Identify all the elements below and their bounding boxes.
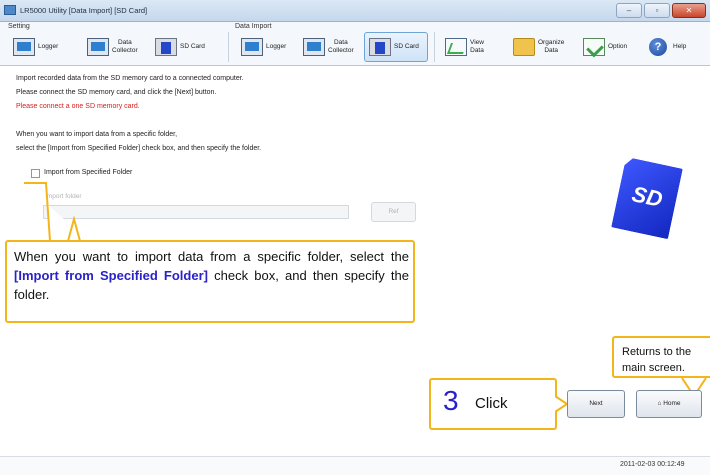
option-button[interactable]: Option — [578, 32, 638, 62]
setting-sd-card-label: SD Card — [180, 43, 205, 50]
import-sd-card-label: SD Card — [394, 43, 419, 50]
option-icon — [583, 38, 605, 56]
data-collector-icon — [303, 38, 325, 56]
organize-data-icon — [513, 38, 535, 56]
title-bar: LR5000 Utility [Data Import] [SD Card] –… — [0, 0, 710, 22]
status-bar — [0, 456, 710, 475]
logger-icon — [241, 38, 263, 56]
browse-folder-button[interactable]: Ref — [371, 202, 416, 222]
help-label: Help — [673, 43, 687, 50]
toolbar-separator — [228, 32, 229, 62]
intro-text-1: Import recorded data from the SD memory … — [16, 75, 244, 82]
setting-logger-button[interactable]: Logger — [8, 32, 66, 62]
import-specified-folder-checkbox[interactable] — [31, 169, 40, 178]
data-collector-icon — [87, 38, 109, 56]
logger-icon — [13, 38, 35, 56]
sd-card-icon — [369, 38, 391, 56]
main-toolbar: Setting Data Import Logger Data Collecto… — [0, 22, 710, 66]
home-button[interactable]: ⌂ Home — [636, 390, 702, 418]
setting-logger-label: Logger — [38, 43, 59, 50]
organize-data-button[interactable]: Organize Data — [508, 32, 574, 62]
organize-data-label: Organize Data — [538, 39, 565, 54]
window-title: LR5000 Utility [Data Import] [SD Card] — [20, 6, 148, 15]
sd-card-illustration: SD — [611, 157, 683, 239]
option-label: Option — [608, 43, 628, 50]
import-data-collector-button[interactable]: Data Collector — [298, 32, 362, 62]
toolbar-separator — [434, 32, 435, 62]
folder-hint-1: When you want to import data from a spec… — [16, 131, 178, 138]
intro-text-2: Please connect the SD memory card, and c… — [16, 89, 217, 96]
setting-data-collector-label: Data Collector — [112, 39, 138, 54]
warning-text: Please connect a one SD memory card. — [16, 103, 140, 110]
next-button[interactable]: Next — [567, 390, 625, 418]
setting-group-label: Setting — [8, 23, 30, 30]
maximize-button[interactable]: ▫ — [644, 3, 670, 18]
setting-sd-card-button[interactable]: SD Card — [150, 32, 208, 62]
import-logger-button[interactable]: Logger — [236, 32, 294, 62]
import-logger-label: Logger — [266, 43, 287, 50]
folder-instruction-callout: When you want to import data from a spec… — [5, 240, 415, 323]
import-sd-card-button[interactable]: SD Card — [364, 32, 428, 62]
home-callout-line-2: main screen. — [622, 362, 685, 374]
callout-text-part-1: When you want to import data from a spec… — [14, 249, 409, 264]
import-data-collector-label: Data Collector — [328, 39, 354, 54]
step-number: 3 — [443, 385, 459, 416]
close-button[interactable]: ✕ — [672, 3, 706, 18]
setting-data-collector-button[interactable]: Data Collector — [82, 32, 148, 62]
sd-logo-text: SD — [629, 181, 665, 212]
home-callout-text: Returns to the main screen. — [622, 344, 691, 376]
status-timestamp: 2011-02-03 00:12:49 — [620, 461, 685, 468]
callout-pointer — [24, 182, 88, 242]
view-data-icon — [445, 38, 467, 56]
sd-card-icon — [155, 38, 177, 56]
import-specified-folder-label: Import from Specified Folder — [44, 169, 133, 176]
data-import-group-label: Data Import — [235, 23, 272, 30]
view-data-label: View Data — [470, 39, 484, 54]
folder-hint-2: select the [Import from Specified Folder… — [16, 145, 262, 152]
minimize-button[interactable]: – — [616, 3, 642, 18]
callout-text-bold: [Import from Specified Folder] — [14, 268, 208, 283]
folder-instruction-text: When you want to import data from a spec… — [14, 247, 409, 304]
view-data-button[interactable]: View Data — [440, 32, 498, 62]
home-button-label: Home — [663, 400, 681, 407]
home-callout: Returns to the main screen. — [612, 336, 710, 378]
help-icon: ? — [649, 38, 667, 56]
home-callout-line-1: Returns to the — [622, 346, 692, 358]
step-text: Click — [475, 395, 508, 412]
step-click-callout: 3 Click — [429, 378, 557, 430]
app-icon — [4, 5, 16, 15]
help-button[interactable]: ? Help — [644, 32, 702, 62]
